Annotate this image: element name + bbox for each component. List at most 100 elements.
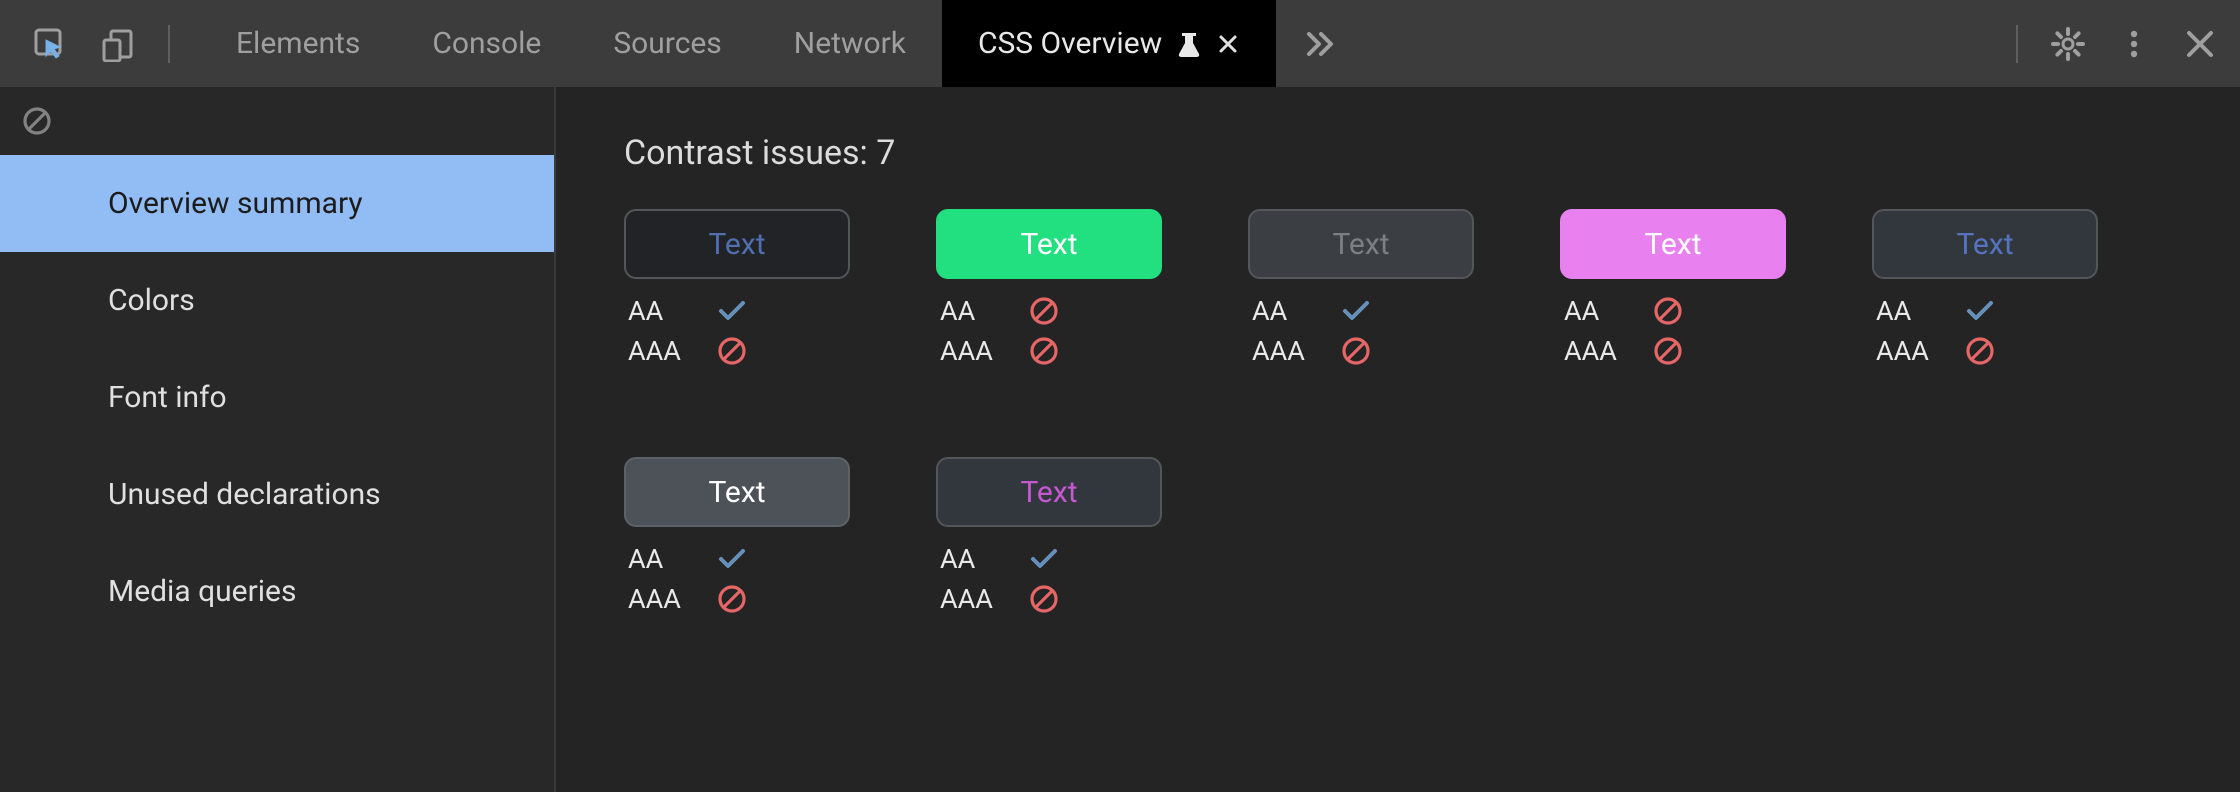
check-icon [716, 295, 748, 327]
no-symbol-icon [1652, 295, 1684, 327]
tab-console[interactable]: Console [396, 0, 577, 87]
rating-label: AAA [1564, 335, 1652, 367]
contrast-rating-row: AA [1560, 291, 1786, 331]
inspect-element-icon[interactable] [30, 24, 70, 64]
rating-label: AAA [1252, 335, 1340, 367]
swatch-text: Text [708, 475, 765, 510]
contrast-rating-row: AA [1248, 291, 1474, 331]
contrast-rating-row: AA [1872, 291, 2098, 331]
swatch-preview[interactable]: Text [936, 209, 1162, 279]
contrast-swatch[interactable]: TextAAAAA [1872, 209, 2098, 371]
rating-label: AA [628, 543, 716, 575]
kebab-menu-icon[interactable] [2114, 24, 2154, 64]
swatch-preview[interactable]: Text [624, 457, 850, 527]
contrast-rating-row: AA [936, 291, 1162, 331]
tab-sources[interactable]: Sources [577, 0, 757, 87]
swatch-preview[interactable]: Text [1248, 209, 1474, 279]
devtools-toolbar: Elements Console Sources Network CSS Ove… [0, 0, 2240, 87]
contrast-rating-row: AA [624, 539, 850, 579]
contrast-swatch[interactable]: TextAAAAA [1248, 209, 1474, 371]
sidebar-item-label: Font info [108, 380, 227, 415]
contrast-swatch[interactable]: TextAAAAA [624, 209, 850, 371]
contrast-issues-heading: Contrast issues: 7 [624, 133, 2172, 173]
contrast-swatch[interactable]: TextAAAAA [624, 457, 850, 619]
contrast-swatch[interactable]: TextAAAAA [1560, 209, 1786, 371]
no-symbol-icon [1340, 335, 1372, 367]
toolbar-divider [2016, 25, 2018, 63]
sidebar-item-label: Unused declarations [108, 477, 381, 512]
rating-label: AA [940, 295, 1028, 327]
rating-label: AAA [1876, 335, 1964, 367]
contrast-rating-row: AA [624, 291, 850, 331]
no-symbol-icon [1028, 583, 1060, 615]
no-symbol-icon [716, 583, 748, 615]
sidebar-item-media-queries[interactable]: Media queries [0, 543, 554, 640]
swatch-text: Text [1332, 227, 1389, 262]
rating-label: AAA [628, 335, 716, 367]
contrast-rating-row: AAA [1560, 331, 1786, 371]
tab-elements[interactable]: Elements [200, 0, 396, 87]
toolbar-divider [168, 25, 170, 63]
sidebar-item-overview-summary[interactable]: Overview summary [0, 155, 554, 252]
beaker-icon [1176, 31, 1202, 57]
tab-label: Elements [236, 26, 360, 61]
rating-label: AAA [940, 583, 1028, 615]
swatch-text: Text [1644, 227, 1701, 262]
close-devtools-icon[interactable] [2180, 24, 2220, 64]
css-overview-content: Contrast issues: 7 TextAAAAATextAAAAATex… [556, 87, 2240, 792]
swatch-preview[interactable]: Text [1560, 209, 1786, 279]
sidebar-item-label: Media queries [108, 574, 296, 609]
check-icon [1964, 295, 1996, 327]
contrast-rating-row: AAA [624, 331, 850, 371]
contrast-rating-row: AA [936, 539, 1162, 579]
contrast-rating-row: AAA [1248, 331, 1474, 371]
swatch-text: Text [1020, 227, 1077, 262]
rating-label: AA [1252, 295, 1340, 327]
sidebar-item-unused-declarations[interactable]: Unused declarations [0, 446, 554, 543]
sidebar-item-font-info[interactable]: Font info [0, 349, 554, 446]
tab-label: Console [432, 26, 541, 61]
contrast-rating-row: AAA [936, 331, 1162, 371]
no-symbol-icon [1028, 295, 1060, 327]
rating-label: AAA [628, 583, 716, 615]
swatch-preview[interactable]: Text [1872, 209, 2098, 279]
no-symbol-icon [1964, 335, 1996, 367]
tab-label: CSS Overview [978, 26, 1162, 61]
sidebar-item-label: Colors [108, 283, 195, 318]
tab-css-overview[interactable]: CSS Overview [942, 0, 1276, 87]
device-toolbar-icon[interactable] [98, 24, 138, 64]
contrast-rating-row: AAA [624, 579, 850, 619]
rating-label: AAA [940, 335, 1028, 367]
contrast-rating-row: AAA [1872, 331, 2098, 371]
settings-gear-icon[interactable] [2048, 24, 2088, 64]
contrast-swatches-grid: TextAAAAATextAAAAATextAAAAATextAAAAAText… [624, 209, 2172, 619]
no-symbol-icon [1652, 335, 1684, 367]
no-symbol-icon [1028, 335, 1060, 367]
sidebar-item-colors[interactable]: Colors [0, 252, 554, 349]
check-icon [716, 543, 748, 575]
check-icon [1340, 295, 1372, 327]
rating-label: AA [1564, 295, 1652, 327]
contrast-swatch[interactable]: TextAAAAA [936, 209, 1162, 371]
tab-network[interactable]: Network [758, 0, 942, 87]
swatch-text: Text [1956, 227, 2013, 262]
contrast-swatch[interactable]: TextAAAAA [936, 457, 1162, 619]
rating-label: AA [1876, 295, 1964, 327]
rating-label: AA [628, 295, 716, 327]
sidebar-clear-button[interactable] [0, 87, 554, 155]
swatch-preview[interactable]: Text [624, 209, 850, 279]
more-tabs-button[interactable] [1276, 28, 1364, 60]
check-icon [1028, 543, 1060, 575]
rating-label: AA [940, 543, 1028, 575]
no-symbol-icon [716, 335, 748, 367]
tab-label: Sources [613, 26, 721, 61]
swatch-text: Text [1020, 475, 1077, 510]
swatch-preview[interactable]: Text [936, 457, 1162, 527]
panel-tabs: Elements Console Sources Network CSS Ove… [200, 0, 1276, 87]
sidebar-item-label: Overview summary [108, 186, 363, 221]
tab-label: Network [794, 26, 906, 61]
contrast-rating-row: AAA [936, 579, 1162, 619]
swatch-text: Text [708, 227, 765, 262]
tab-close-button[interactable] [1216, 32, 1240, 56]
css-overview-sidebar: Overview summary Colors Font info Unused… [0, 87, 556, 792]
